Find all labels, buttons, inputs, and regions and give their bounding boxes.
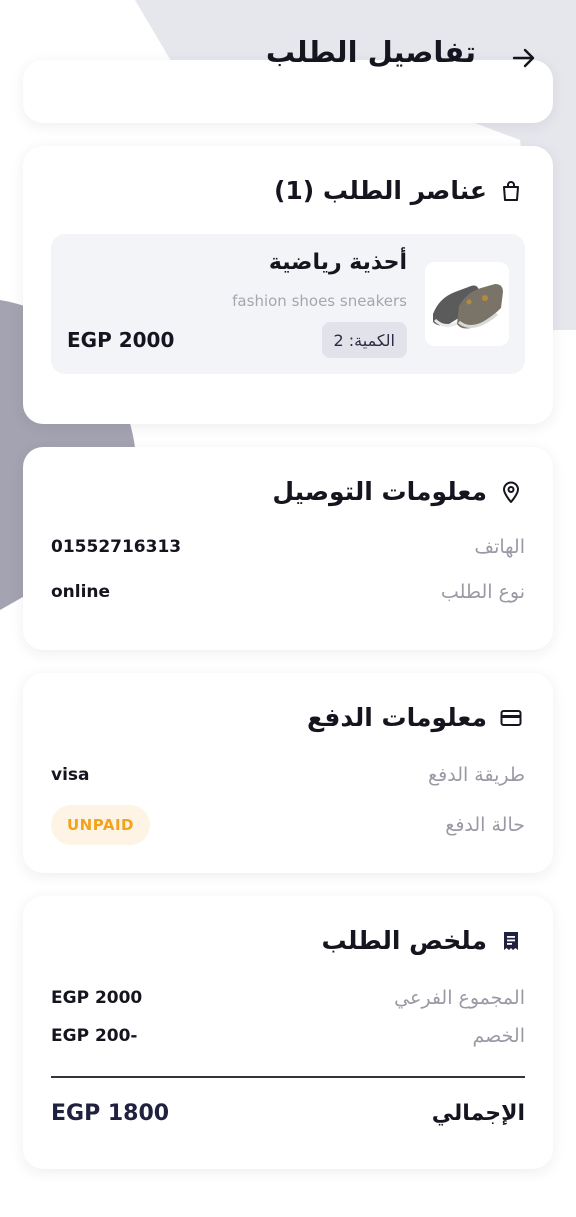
product-description: fashion shoes sneakers: [232, 292, 407, 310]
phone-label: الهاتف: [474, 536, 525, 558]
app-header: تفاصيل الطلب: [0, 0, 576, 110]
order-summary-header: ملخص الطلب: [322, 926, 524, 955]
product-name: أحذية رياضية: [268, 250, 407, 275]
arrow-right-icon[interactable]: [510, 44, 538, 72]
shopping-bag-icon: [499, 179, 523, 203]
payment-method-label: طريقة الدفع: [428, 764, 525, 786]
delivery-info-title: معلومات التوصيل: [272, 477, 487, 506]
delivery-info-card: معلومات التوصيل الهاتف 01552716313 نوع ا…: [23, 447, 553, 650]
order-type-value: online: [51, 582, 111, 602]
summary-divider: [51, 1076, 525, 1078]
page-title: تفاصيل الطلب: [265, 35, 476, 69]
quantity-badge: الكمية: 2: [321, 322, 407, 358]
order-summary-card: ملخص الطلب المجموع الفرعي EGP 2000 الخصم…: [23, 896, 553, 1169]
subtotal-row: المجموع الفرعي EGP 2000: [51, 984, 525, 1012]
product-price: EGP 2000: [67, 328, 175, 352]
phone-value: 01552716313: [51, 537, 182, 557]
order-summary-title: ملخص الطلب: [321, 926, 488, 955]
discount-label: الخصم: [472, 1025, 525, 1047]
order-items-card: عناصر الطلب (1) أحذية رياضية fashion sho…: [23, 146, 553, 424]
total-row: الإجمالي EGP 1800: [51, 1096, 525, 1130]
delivery-info-header: معلومات التوصيل: [272, 477, 523, 506]
info-row-phone: الهاتف 01552716313: [51, 533, 525, 561]
payment-method-value: visa: [51, 765, 90, 785]
payment-status-badge: UNPAID: [51, 805, 150, 845]
subtotal-label: المجموع الفرعي: [394, 987, 525, 1009]
product-image: [425, 262, 509, 346]
total-label: الإجمالي: [431, 1100, 525, 1126]
payment-status-row: حالة الدفع UNPAID: [51, 805, 525, 845]
payment-info-title: معلومات الدفع: [306, 703, 487, 732]
credit-card-icon: [499, 706, 523, 730]
order-item[interactable]: أحذية رياضية fashion shoes sneakers الكم…: [51, 234, 525, 374]
payment-info-card: معلومات الدفع طريقة الدفع visa حالة الدف…: [23, 673, 553, 873]
order-items-header: عناصر الطلب (1): [274, 176, 523, 205]
total-value: EGP 1800: [51, 1100, 170, 1126]
receipt-icon: [499, 929, 523, 953]
order-items-title: عناصر الطلب (1): [273, 176, 487, 205]
info-row-order-type: نوع الطلب online: [51, 578, 525, 606]
discount-value: EGP 200-: [51, 1026, 138, 1046]
subtotal-value: EGP 2000: [51, 988, 143, 1008]
discount-row: الخصم EGP 200-: [51, 1022, 525, 1050]
payment-info-header: معلومات الدفع: [307, 703, 523, 732]
order-type-label: نوع الطلب: [440, 581, 525, 603]
payment-method-row: طريقة الدفع visa: [51, 761, 525, 789]
map-pin-icon: [499, 480, 523, 504]
payment-status-label: حالة الدفع: [445, 814, 525, 836]
